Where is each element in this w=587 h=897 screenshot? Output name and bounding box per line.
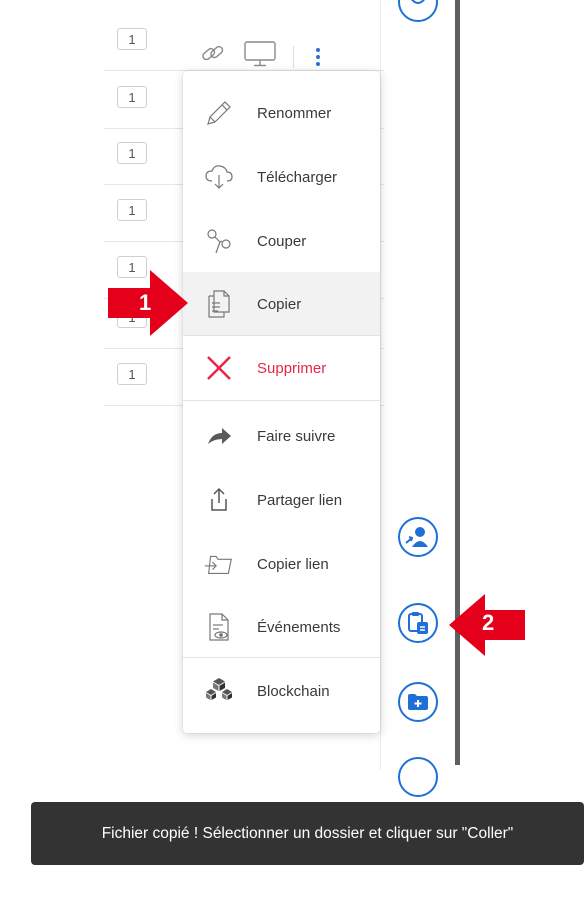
close-icon xyxy=(203,352,235,384)
folder-add-icon xyxy=(408,694,428,710)
paste-button[interactable] xyxy=(398,603,438,643)
context-menu: Renommer Télécharger Couper Copier Suppr… xyxy=(183,71,380,733)
menu-item-cut[interactable]: Couper xyxy=(183,209,380,273)
menu-item-rename[interactable]: Renommer xyxy=(183,81,380,145)
copy-icon xyxy=(203,288,235,320)
separator xyxy=(293,45,294,68)
count-badge: 1 xyxy=(117,86,147,108)
blockchain-icon xyxy=(203,675,235,707)
menu-item-delete[interactable]: Supprimer xyxy=(183,336,380,400)
document-eye-icon xyxy=(203,611,235,643)
annotation-step-2: 2 xyxy=(482,610,495,635)
partial-bottom-button[interactable] xyxy=(398,757,438,797)
menu-item-events[interactable]: Événements xyxy=(183,595,380,659)
link-icon[interactable] xyxy=(199,42,227,71)
cloud-download-icon xyxy=(203,161,235,193)
scissors-icon xyxy=(203,225,235,257)
menu-item-copy[interactable]: Copier xyxy=(183,272,380,336)
share-icon xyxy=(203,484,235,516)
monitor-icon[interactable] xyxy=(243,40,277,73)
count-badge: 1 xyxy=(117,142,147,164)
user-share-icon xyxy=(405,527,428,547)
share-user-button[interactable] xyxy=(398,517,438,557)
menu-divider xyxy=(183,400,380,401)
more-options-icon[interactable] xyxy=(316,47,320,66)
menu-item-download[interactable]: Télécharger xyxy=(183,145,380,209)
menu-divider xyxy=(183,657,380,658)
count-badge: 1 xyxy=(117,28,147,50)
toast-message: Fichier copié ! Sélectionner un dossier … xyxy=(101,824,514,842)
menu-item-copy-link[interactable]: Copier lien xyxy=(183,532,380,596)
menu-item-forward[interactable]: Faire suivre xyxy=(183,404,380,468)
menu-item-share-link[interactable]: Partager lien xyxy=(183,468,380,532)
partial-action-button[interactable] xyxy=(398,0,438,22)
forward-icon xyxy=(203,420,235,452)
table-row[interactable]: 1 xyxy=(104,12,384,71)
count-badge: 1 xyxy=(117,363,147,385)
folder-link-icon xyxy=(203,548,235,580)
pencil-icon xyxy=(203,97,235,129)
clipboard-paste-icon xyxy=(408,612,428,634)
count-badge: 1 xyxy=(117,199,147,221)
annotation-step-1: 1 xyxy=(139,290,152,315)
toast-notification: Fichier copié ! Sélectionner un dossier … xyxy=(31,802,584,865)
add-folder-button[interactable] xyxy=(398,682,438,722)
menu-item-blockchain[interactable]: Blockchain xyxy=(183,659,380,723)
